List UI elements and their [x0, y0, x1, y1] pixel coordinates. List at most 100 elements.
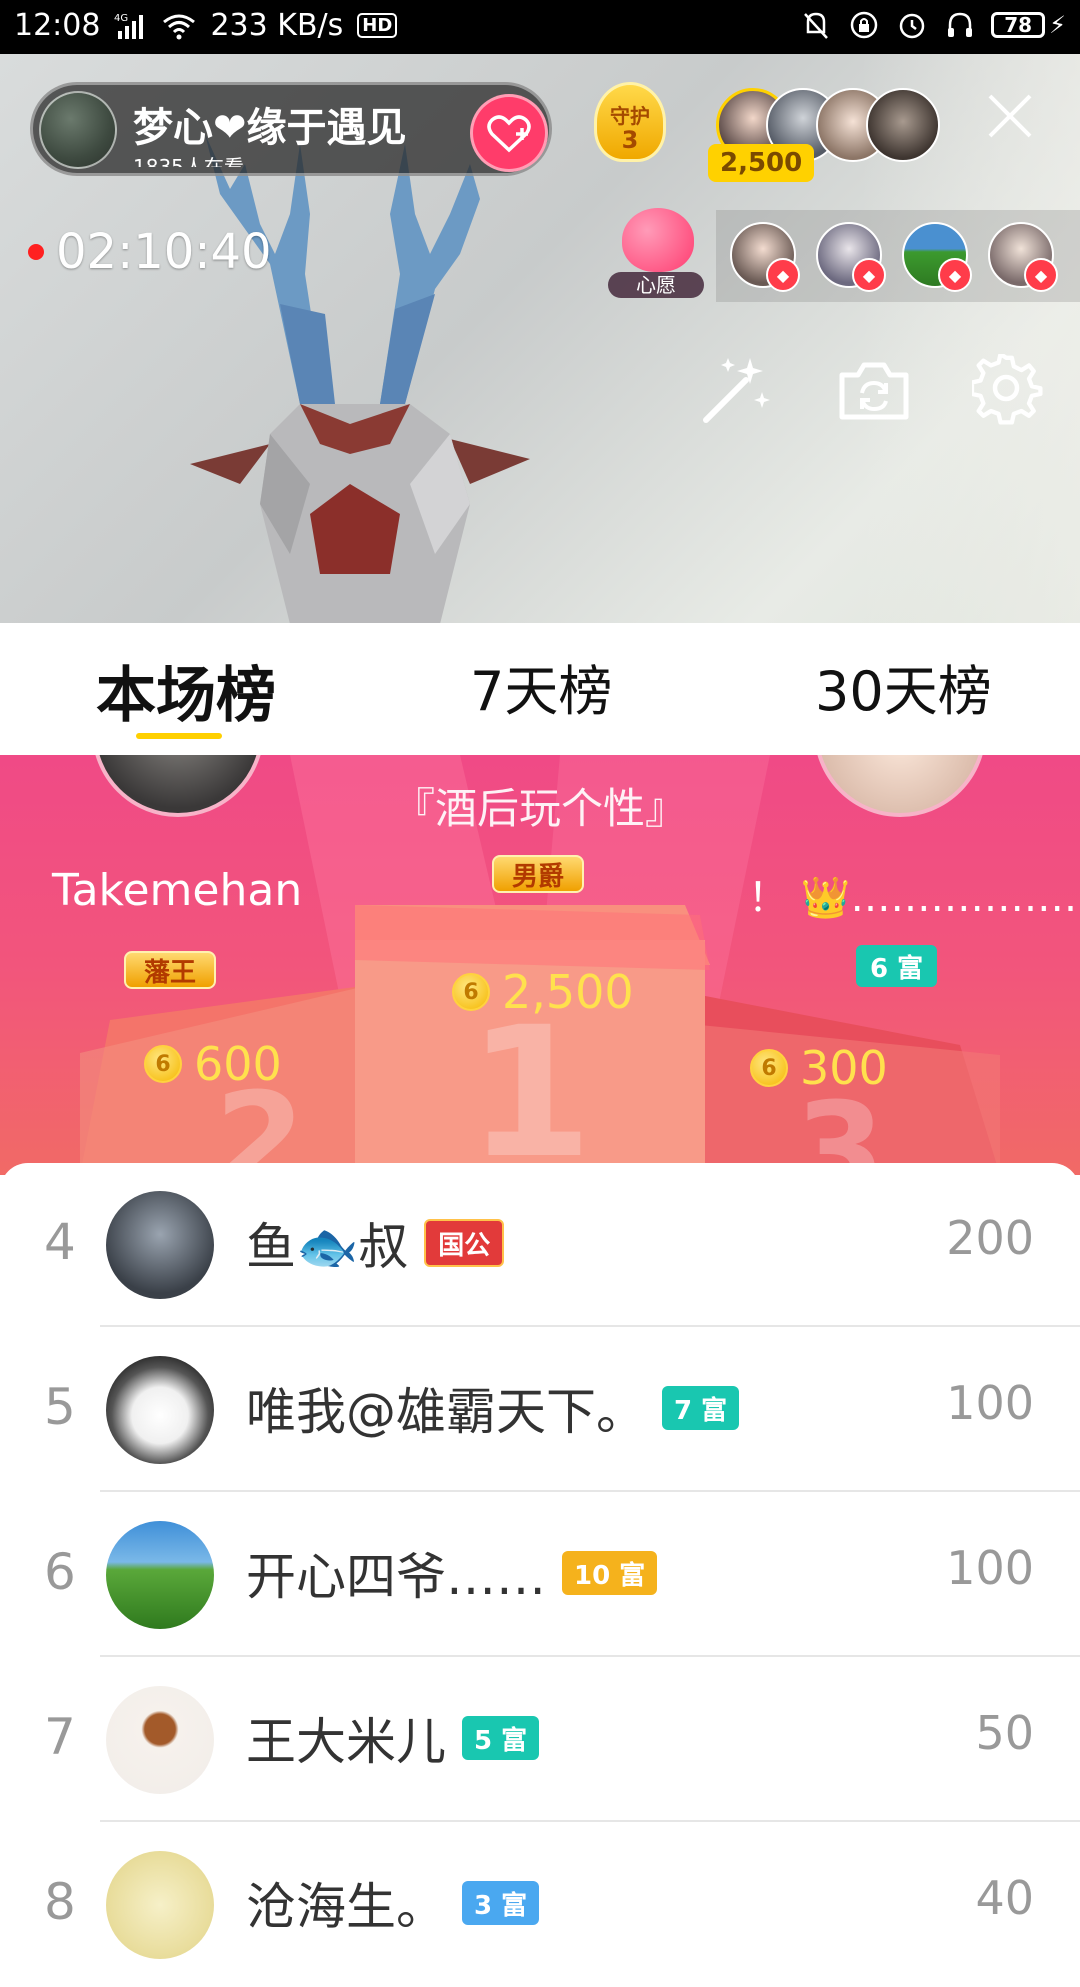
status-time: 12:08 [14, 8, 101, 43]
score: 100 [946, 1376, 1034, 1430]
seat-strip: ◆ ◆ ◆ ◆ [716, 210, 1080, 302]
beauty-filter-button[interactable] [698, 352, 774, 428]
guard-count: 3 [621, 126, 639, 154]
user-name: 唯我@雄霸天下。 [246, 1383, 646, 1441]
rich-tag: 7 富 [662, 1386, 740, 1430]
user-name-row: 开心四爷…… 10 富 [246, 1537, 658, 1609]
list-item[interactable]: 4 鱼🐟叔 国公 200 [0, 1163, 1080, 1327]
list-item[interactable]: 7 王大米儿 5 富 50 [0, 1658, 1080, 1822]
hd-icon: HD [357, 13, 398, 38]
avatar[interactable] [106, 1851, 214, 1959]
deer-head-decoration [190, 134, 530, 623]
first-place-name: 『酒后玩个性』 [392, 784, 687, 833]
first-place-amount-value: 2,500 [502, 965, 634, 1019]
third-place-rich-badge: 6 富 [856, 945, 938, 987]
rank-number: 7 [44, 1708, 76, 1766]
seat-icon: ◆ [938, 258, 972, 292]
podium-section: 1 2 3 『酒后玩个性』 男爵 Takemehan 藩王 ！ 👑……………… … [0, 755, 1080, 1175]
divider [100, 1490, 1080, 1492]
list-item[interactable]: 5 唯我@雄霸天下。 7 富 100 [0, 1328, 1080, 1492]
live-timer: 02:10:40 [28, 224, 272, 280]
score: 100 [946, 1541, 1034, 1595]
rank-tag: 国公 [424, 1219, 505, 1267]
signal-icon: 4G [114, 9, 148, 43]
seat-icon: ◆ [766, 258, 800, 292]
user-name: 鱼🐟叔 [246, 1218, 409, 1276]
close-button[interactable] [982, 90, 1038, 146]
first-place-title-badge: 男爵 [492, 855, 585, 893]
tab-current-session[interactable]: 本场榜 [96, 647, 276, 734]
avatar[interactable] [106, 1191, 214, 1299]
magic-wand-icon [703, 358, 770, 423]
rank-number: 4 [44, 1213, 76, 1271]
battery-indicator: 78 ⚡ [991, 11, 1066, 39]
mute-bell-icon [799, 8, 833, 42]
seat-icon: ◆ [852, 258, 886, 292]
rank-number: 6 [44, 1543, 76, 1601]
guard-badge[interactable]: 守护 3 [584, 82, 676, 168]
rank-number: 8 [44, 1873, 76, 1931]
wifi-icon [162, 9, 196, 43]
user-name: 沧海生。 [246, 1878, 446, 1936]
top-contribution-badge: 2,500 [708, 144, 815, 182]
second-place-amount-value: 600 [194, 1037, 282, 1091]
live-stream-view[interactable]: 梦心❤缘于遇见 1835人在看 守护 3 2,500 02:10:40 心愿 ◆… [0, 54, 1080, 623]
network-speed: 233 KB/s [210, 8, 344, 43]
svg-text:4G: 4G [114, 13, 128, 24]
second-place-name: Takemehan [52, 865, 303, 916]
status-bar: 12:08 4G 233 KB/s HD 78 ⚡ [0, 0, 1080, 54]
seat-icon: ◆ [1024, 258, 1058, 292]
host-avatar[interactable] [39, 91, 117, 169]
guard-label: 守护 [610, 104, 650, 128]
active-tab-indicator [136, 733, 222, 739]
avatar[interactable] [106, 1356, 214, 1464]
lock-rotation-icon [847, 8, 881, 42]
camera-switch-icon [839, 362, 909, 420]
tab-30-days[interactable]: 30天榜 [815, 647, 992, 726]
divider [100, 1325, 1080, 1327]
coin-icon: 6 [452, 973, 490, 1011]
rich-tag: 10 富 [562, 1551, 658, 1595]
battery-level: 78 [991, 12, 1046, 38]
third-place-amount-value: 300 [800, 1041, 888, 1095]
charging-icon: ⚡ [1049, 11, 1066, 39]
rank-number: 5 [44, 1378, 76, 1436]
follow-button[interactable] [470, 94, 548, 172]
score: 50 [975, 1706, 1034, 1760]
ranking-tabs: 本场榜 7天榜 30天榜 [0, 623, 1080, 755]
user-name-row: 鱼🐟叔 国公 [246, 1207, 505, 1279]
viewer-count: 1835人在看 [133, 155, 244, 167]
settings-button[interactable] [970, 352, 1046, 428]
user-name-row: 王大米儿 5 富 [246, 1702, 540, 1774]
coin-icon: 6 [750, 1049, 788, 1087]
divider [100, 1820, 1080, 1822]
live-dot-icon [28, 244, 44, 260]
tab-7-days[interactable]: 7天榜 [470, 647, 612, 726]
wish-label: 心愿 [608, 272, 704, 298]
score: 200 [946, 1211, 1034, 1265]
list-item[interactable]: 6 开心四爷…… 10 富 100 [0, 1493, 1080, 1657]
leaderboard-list: 4 鱼🐟叔 国公 200 5 唯我@雄霸天下。 7 富 100 6 开心四爷……… [0, 1163, 1080, 1959]
wish-button[interactable]: 心愿 [604, 204, 708, 300]
avatar[interactable] [106, 1686, 214, 1794]
close-icon [988, 94, 1032, 138]
alarm-icon [895, 8, 929, 42]
third-place-amount: 6 300 [750, 1041, 888, 1095]
second-place-amount: 6 600 [144, 1037, 282, 1091]
user-name: 王大米儿 [246, 1713, 446, 1771]
viewer-avatar[interactable] [866, 88, 940, 162]
list-item[interactable]: 8 沧海生。 3 富 40 [0, 1823, 1080, 1987]
user-name-row: 唯我@雄霸天下。 7 富 [246, 1372, 740, 1444]
headphones-icon [943, 8, 977, 42]
divider [100, 1655, 1080, 1657]
gear-icon [972, 354, 1043, 425]
rich-tag: 5 富 [462, 1716, 540, 1760]
avatar[interactable] [106, 1521, 214, 1629]
rich-tag: 3 富 [462, 1881, 540, 1925]
switch-camera-button[interactable] [836, 352, 912, 428]
score: 40 [975, 1871, 1034, 1925]
second-place-title-badge: 藩王 [124, 951, 217, 989]
first-place-amount: 6 2,500 [452, 965, 634, 1019]
coin-icon: 6 [144, 1045, 182, 1083]
third-place-name: ！ 👑……………… [748, 875, 1080, 921]
